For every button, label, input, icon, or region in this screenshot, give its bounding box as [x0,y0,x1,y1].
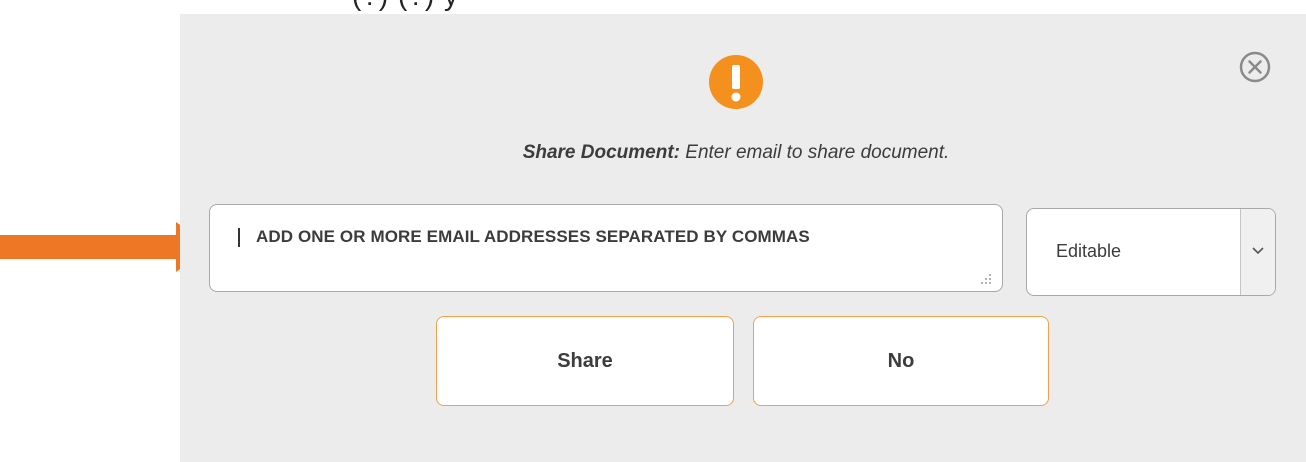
chevron-down-icon [1252,247,1264,255]
exclamation-circle-icon [709,55,763,109]
no-button[interactable]: No [753,316,1049,406]
cropped-text-fragment: (?) (?) y [352,0,459,12]
message-title: Share Document: [522,142,680,163]
share-dialog: Share Document: Enter email to share doc… [180,14,1306,462]
dialog-message: Share Document: Enter email to share doc… [180,142,1292,164]
share-button[interactable]: Share [436,316,734,406]
email-input[interactable]: ADD ONE OR MORE EMAIL ADDRESSES SEPARATE… [209,204,1003,292]
close-circle-icon[interactable] [1238,50,1272,84]
select-arrow[interactable] [1240,209,1275,295]
permission-select[interactable]: Editable [1026,208,1276,296]
text-caret [238,228,240,247]
email-placeholder: ADD ONE OR MORE EMAIL ADDRESSES SEPARATE… [256,227,810,246]
permission-value: Editable [1056,241,1122,261]
page: (?) (?) y Share Document: Enter email to… [0,0,1306,462]
resize-grip-icon[interactable] [980,273,992,285]
message-text: Enter email to share document. [680,142,950,163]
